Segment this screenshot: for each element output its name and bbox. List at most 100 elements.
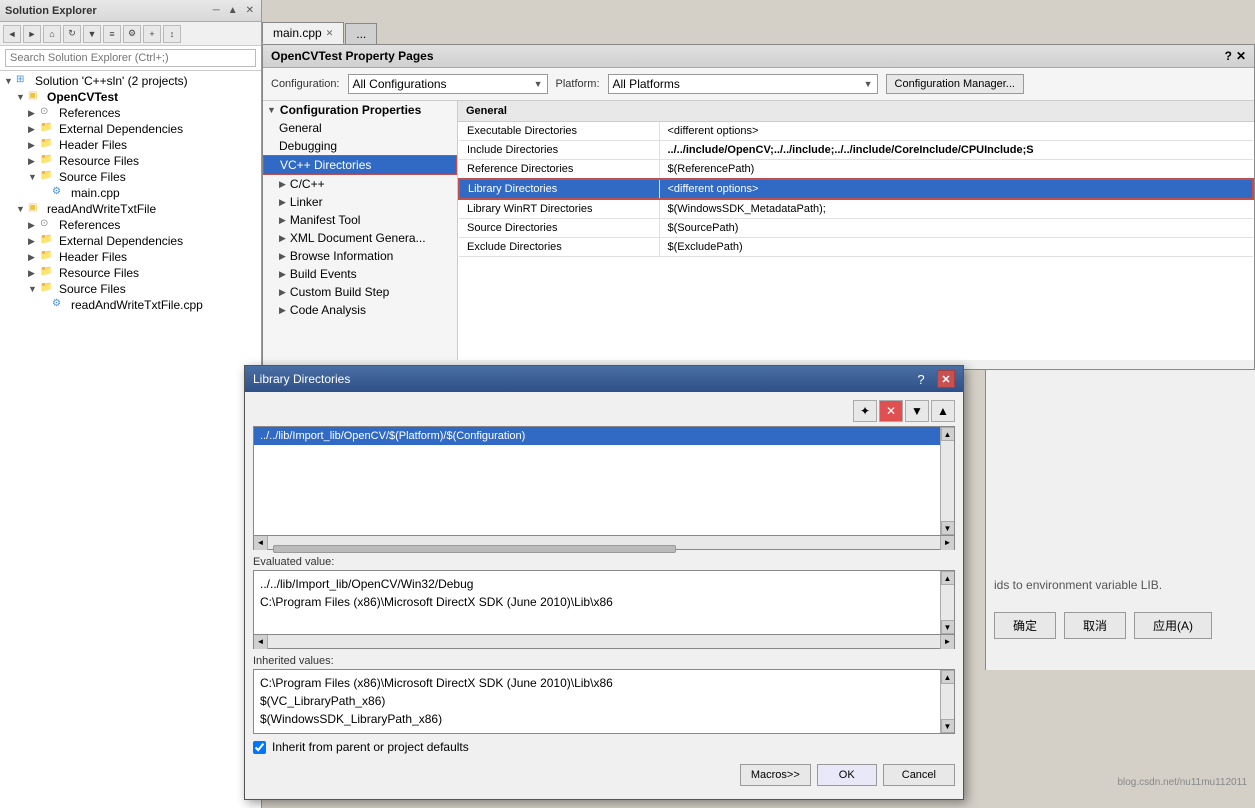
dialog-add-button[interactable]: ✦ (853, 400, 877, 422)
hscroll-thumb[interactable] (273, 545, 676, 553)
pp-tree-linker[interactable]: ▶ Linker (263, 193, 457, 211)
inherit-checkbox[interactable] (253, 741, 266, 754)
pp-tree-custombuild[interactable]: ▶ Custom Build Step (263, 283, 457, 301)
pin-button[interactable]: ─ (211, 5, 222, 16)
pp-config-arrow: ▼ (534, 79, 543, 89)
tree-item-maincpp[interactable]: ⚙ main.cpp (0, 185, 261, 201)
properties-button[interactable]: ⚙ (123, 25, 141, 43)
pp-tree-browse[interactable]: ▶ Browse Information (263, 247, 457, 265)
config-manager-button[interactable]: Configuration Manager... (886, 74, 1024, 94)
dialog-delete-button[interactable]: ✕ (879, 400, 903, 422)
table-row-src[interactable]: Source Directories $(SourcePath) (459, 219, 1253, 238)
eval-hscroll-right[interactable]: ► (940, 635, 954, 649)
tree-item-resourcefiles1[interactable]: ▶ 📁 Resource Files (0, 153, 261, 169)
dialog-moveup-button[interactable]: ▲ (931, 400, 955, 422)
move-button[interactable]: ↕ (163, 25, 181, 43)
new-solution-button[interactable]: + (143, 25, 161, 43)
scroll-down-button[interactable]: ▼ (941, 521, 955, 535)
dialog-close-button[interactable]: ✕ (937, 370, 955, 388)
solution-tree: ▼ ⊞ Solution 'C++sln' (2 projects) ▼ ▣ O… (0, 71, 261, 808)
forward-button[interactable]: ► (23, 25, 41, 43)
table-row-excl[interactable]: Exclude Directories $(ExcludePath) (459, 238, 1253, 257)
tree-item-resourcefiles2[interactable]: ▶ 📁 Resource Files (0, 265, 261, 281)
pp-config-select[interactable]: All Configurations ▼ (348, 74, 548, 94)
pp-tree-cpp[interactable]: ▶ C/C++ (263, 175, 457, 193)
eval-hscroll-left[interactable]: ◄ (254, 635, 268, 649)
pp-tree-manifest[interactable]: ▶ Manifest Tool (263, 211, 457, 229)
minimize-button[interactable]: ▲ (226, 5, 240, 16)
home-button[interactable]: ⌂ (43, 25, 61, 43)
pp-tree-debugging[interactable]: Debugging (263, 137, 457, 155)
scroll-up-button[interactable]: ▲ (941, 427, 955, 441)
opencvtest-label: OpenCVTest (47, 90, 118, 104)
collapse-button[interactable]: ≡ (103, 25, 121, 43)
macros-button[interactable]: Macros>> (740, 764, 811, 786)
pp-close-button[interactable]: ✕ (1236, 49, 1246, 63)
tree-item-sourcefiles2[interactable]: ▼ 📁 Source Files (0, 281, 261, 297)
confirm-button[interactable]: 确定 (994, 612, 1056, 639)
dialog-movedown-button[interactable]: ▼ (905, 400, 929, 422)
table-row-ref[interactable]: Reference Directories $(ReferencePath) (459, 160, 1253, 180)
tree-item-extdep2[interactable]: ▶ 📁 External Dependencies (0, 233, 261, 249)
dialog-list-item[interactable]: ../../lib/Import_lib/OpenCV/$(Platform)/… (254, 427, 940, 445)
back-button[interactable]: ◄ (3, 25, 21, 43)
folder-icon-sf1: 📁 (40, 170, 56, 184)
eval-scroll-up[interactable]: ▲ (941, 571, 955, 585)
apply-button[interactable]: 应用(A) (1134, 612, 1212, 639)
tree-item-headerfiles1[interactable]: ▶ 📁 Header Files (0, 137, 261, 153)
folder-icon-extdep1: 📁 (40, 122, 56, 136)
pp-platform-select[interactable]: All Platforms ▼ (608, 74, 878, 94)
cancel-button2[interactable]: 取消 (1064, 612, 1126, 639)
right-side-panel: ids to environment variable LIB. 确定 取消 应… (985, 370, 1255, 670)
ok-button[interactable]: OK (817, 764, 877, 786)
table-row-lib[interactable]: Library Directories <different options> (459, 179, 1253, 199)
pp-tree-buildevents[interactable]: ▶ Build Events (263, 265, 457, 283)
folder-icon-sf2: 📁 (40, 282, 56, 296)
title-controls: ─ ▲ ✕ (211, 5, 256, 16)
headerfiles1-label: Header Files (59, 138, 127, 152)
inherited-line-1: C:\Program Files (x86)\Microsoft DirectX… (260, 674, 934, 692)
folder-icon-extdep2: 📁 (40, 234, 56, 248)
inherited-label: Inherited values: (253, 655, 955, 667)
pp-manifest-label: Manifest Tool (290, 213, 360, 227)
eval-scroll-down[interactable]: ▼ (941, 620, 955, 634)
hscroll-right-button[interactable]: ► (940, 536, 954, 550)
hscroll-left-button[interactable]: ◄ (254, 536, 268, 550)
tree-arrow-opencvtest: ▼ (16, 92, 28, 102)
tree-item-rawproject[interactable]: ▼ ▣ readAndWriteTxtFile (0, 201, 261, 217)
pp-tree-general[interactable]: General (263, 119, 457, 137)
libwinrt-dirs-label: Library WinRT Directories (459, 199, 659, 219)
filter-button[interactable]: ▼ (83, 25, 101, 43)
tree-item-references1[interactable]: ▶ ⊙ References (0, 105, 261, 121)
dialog-help-button[interactable]: ? (909, 368, 933, 390)
tab-close-maincpp[interactable]: ✕ (326, 28, 334, 39)
delete-icon: ✕ (886, 404, 896, 418)
tree-item-headerfiles2[interactable]: ▶ 📁 Header Files (0, 249, 261, 265)
close-button[interactable]: ✕ (244, 5, 256, 16)
pp-tree-config-props[interactable]: ▼ Configuration Properties (263, 101, 457, 119)
tree-item-sourcefiles1[interactable]: ▼ 📁 Source Files (0, 169, 261, 185)
search-input[interactable] (5, 49, 256, 67)
pp-tree-codeanalysis[interactable]: ▶ Code Analysis (263, 301, 457, 319)
tab-other[interactable]: ... (345, 23, 377, 44)
cancel-button[interactable]: Cancel (883, 764, 955, 786)
inherited-scroll-up[interactable]: ▲ (941, 670, 955, 684)
tree-item-opencvtest[interactable]: ▼ ▣ OpenCVTest (0, 89, 261, 105)
table-row-exec[interactable]: Executable Directories <different option… (459, 122, 1253, 141)
refresh-button[interactable]: ↻ (63, 25, 81, 43)
pp-tree-xmldoc[interactable]: ▶ XML Document Genera... (263, 229, 457, 247)
pp-tree-vcdirs[interactable]: VC++ Directories (263, 155, 457, 175)
table-row-libwinrt[interactable]: Library WinRT Directories $(WindowsSDK_M… (459, 199, 1253, 219)
tab-maincpp[interactable]: main.cpp ✕ (262, 22, 344, 44)
tree-arrow-solution: ▼ (4, 76, 16, 86)
pp-debugging-label: Debugging (279, 139, 337, 153)
pp-help-button[interactable]: ? (1225, 49, 1232, 63)
tree-item-rawfile[interactable]: ⚙ readAndWriteTxtFile.cpp (0, 297, 261, 313)
tree-item-solution[interactable]: ▼ ⊞ Solution 'C++sln' (2 projects) (0, 73, 261, 89)
resourcefiles2-label: Resource Files (59, 266, 139, 280)
tree-item-references2[interactable]: ▶ ⊙ References (0, 217, 261, 233)
inherited-scroll-down[interactable]: ▼ (941, 719, 955, 733)
tree-item-extdep1[interactable]: ▶ 📁 External Dependencies (0, 121, 261, 137)
table-row-include[interactable]: Include Directories ../../include/OpenCV… (459, 141, 1253, 160)
include-dirs-label: Include Directories (459, 141, 659, 160)
